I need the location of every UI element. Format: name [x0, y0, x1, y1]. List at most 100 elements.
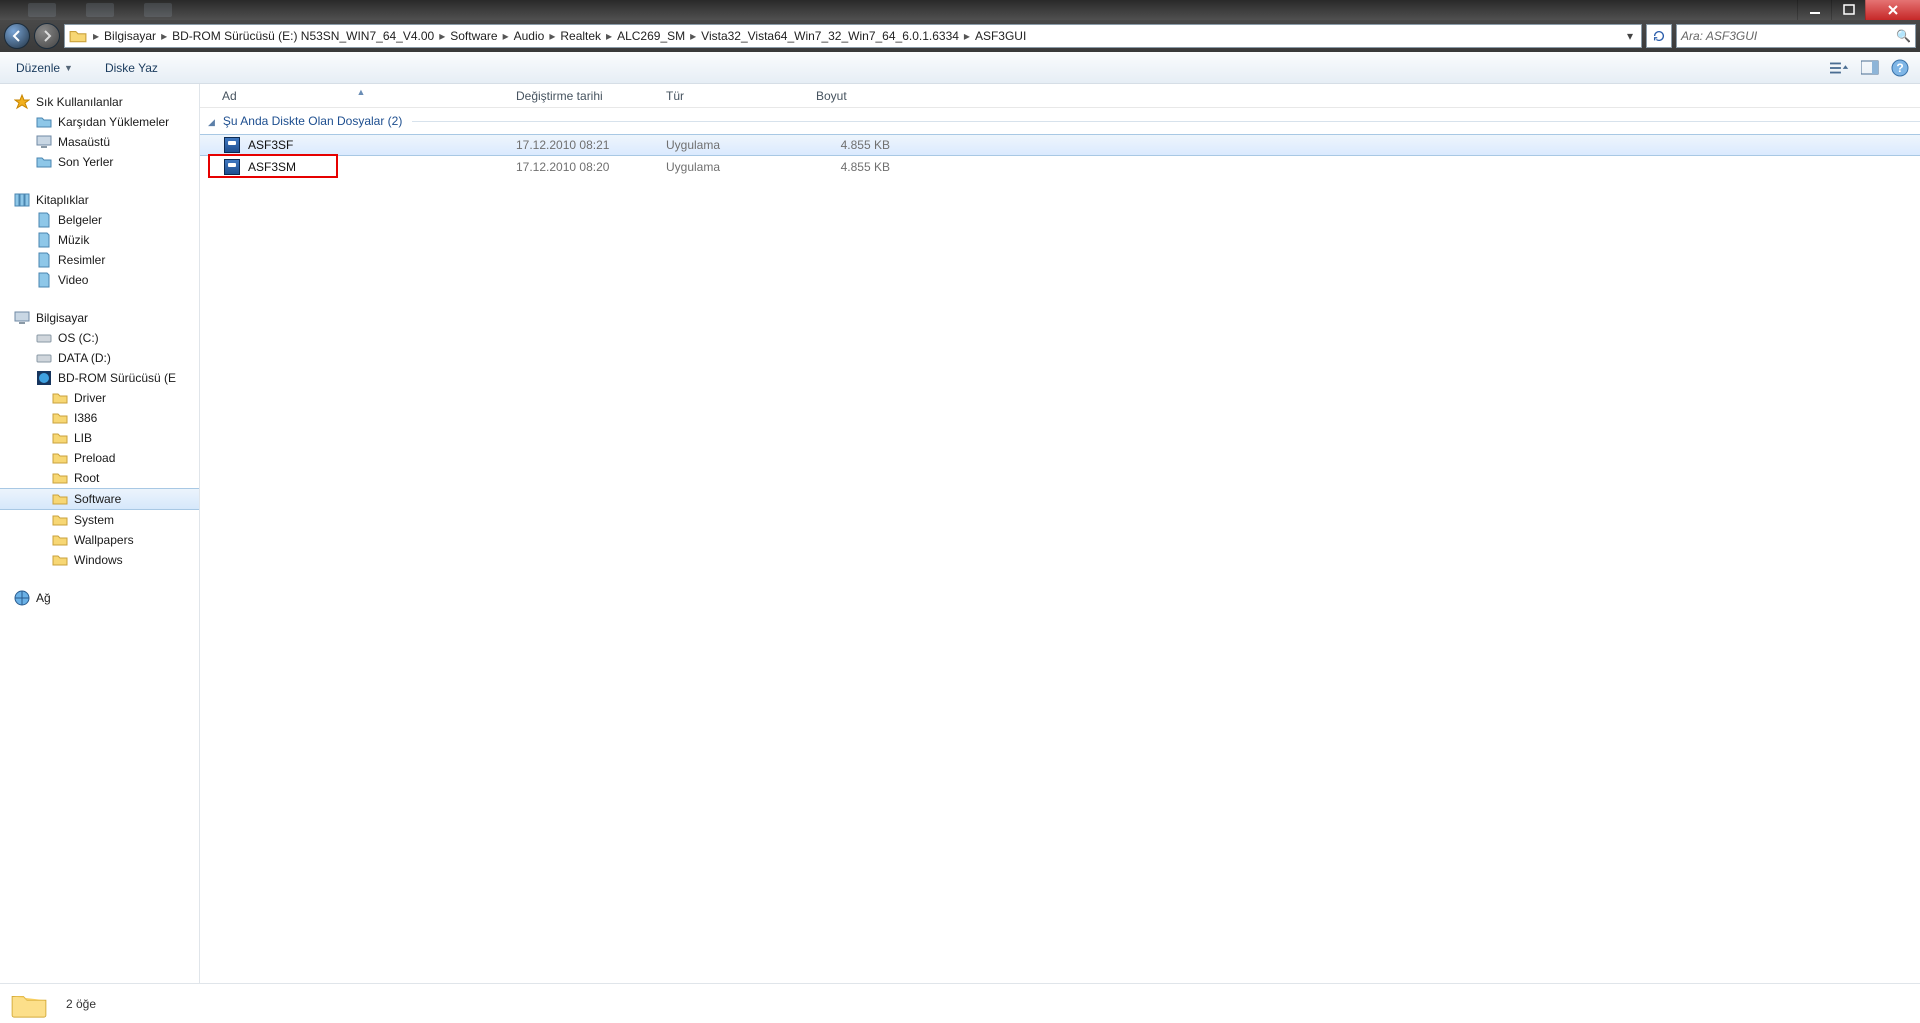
command-bar: Düzenle ▼ Diske Yaz ? [0, 52, 1920, 84]
sidebar-item-music[interactable]: Müzik [0, 230, 199, 250]
folder-icon [52, 532, 68, 548]
chevron-right-icon[interactable]: ▸ [91, 29, 101, 43]
library-icon [36, 272, 52, 288]
column-header-name[interactable]: Ad ▲ [214, 89, 508, 103]
folder-icon [69, 27, 87, 45]
address-bar[interactable]: ▸ Bilgisayar ▸ BD-ROM Sürücüsü (E:) N53S… [64, 24, 1642, 48]
chevron-right-icon[interactable]: ▸ [159, 29, 169, 43]
chevron-right-icon[interactable]: ▸ [501, 29, 511, 43]
sidebar-item-folder[interactable]: Windows [0, 550, 199, 570]
sidebar-label: LIB [74, 431, 92, 445]
sidebar-label: Root [74, 471, 99, 485]
sidebar-item-drive-d[interactable]: DATA (D:) [0, 348, 199, 368]
window-titlebar [0, 0, 1920, 20]
column-label: Tür [666, 89, 684, 103]
file-type: Uygulama [658, 138, 808, 152]
forward-button[interactable] [34, 23, 60, 49]
column-header-size[interactable]: Boyut [808, 89, 898, 103]
organize-button[interactable]: Düzenle ▼ [10, 58, 79, 78]
sidebar-item-folder[interactable]: I386 [0, 408, 199, 428]
file-row[interactable]: ASF3SF17.12.2010 08:21Uygulama4.855 KB [200, 134, 1920, 156]
sidebar-item-desktop[interactable]: Masaüstü [0, 132, 199, 152]
minimize-button[interactable] [1797, 0, 1831, 20]
file-group-header[interactable]: Şu Anda Diskte Olan Dosyalar (2) [200, 108, 1920, 134]
breadcrumb-item[interactable]: Audio [511, 29, 548, 43]
drive-icon [36, 330, 52, 346]
svg-text:?: ? [1896, 61, 1903, 75]
folder-icon [52, 390, 68, 406]
desktop-thumb [28, 3, 56, 17]
breadcrumb-item[interactable]: BD-ROM Sürücüsü (E:) N53SN_WIN7_64_V4.00 [169, 29, 437, 43]
address-dropdown[interactable]: ▾ [1621, 29, 1639, 43]
sidebar-item-folder[interactable]: Software [0, 488, 199, 510]
folder-icon [52, 491, 68, 507]
help-button[interactable]: ? [1890, 58, 1910, 78]
sidebar-label: Preload [74, 451, 115, 465]
star-icon [14, 94, 30, 110]
breadcrumb-item[interactable]: Realtek [557, 29, 604, 43]
sidebar-item-downloads[interactable]: Karşıdan Yüklemeler [0, 112, 199, 132]
sidebar-network-header[interactable]: Ağ [0, 588, 199, 608]
sidebar-label: Bilgisayar [36, 311, 88, 325]
sidebar-label: DATA (D:) [58, 351, 111, 365]
sidebar-label: Müzik [58, 233, 89, 247]
sidebar-label: Wallpapers [74, 533, 134, 547]
sidebar-item-drive-bd[interactable]: BD-ROM Sürücüsü (E [0, 368, 199, 388]
libraries-icon [14, 192, 30, 208]
status-bar: 2 öğe [0, 983, 1920, 1023]
sidebar-item-folder[interactable]: LIB [0, 428, 199, 448]
close-button[interactable] [1865, 0, 1920, 20]
sidebar-item-folder[interactable]: Driver [0, 388, 199, 408]
refresh-button[interactable] [1646, 24, 1672, 48]
breadcrumb-item[interactable]: ASF3GUI [972, 29, 1029, 43]
file-size: 4.855 KB [808, 138, 898, 152]
chevron-right-icon[interactable]: ▸ [962, 29, 972, 43]
burn-button[interactable]: Diske Yaz [99, 58, 164, 78]
view-options-button[interactable] [1830, 58, 1850, 78]
sidebar-label: Karşıdan Yüklemeler [58, 115, 169, 129]
sidebar-computer-header[interactable]: Bilgisayar [0, 308, 199, 328]
chevron-right-icon[interactable]: ▸ [547, 29, 557, 43]
breadcrumb-item[interactable]: Bilgisayar [101, 29, 159, 43]
search-input[interactable]: Ara: ASF3GUI 🔍 [1676, 24, 1916, 48]
chevron-right-icon[interactable]: ▸ [688, 29, 698, 43]
sidebar-item-folder[interactable]: Wallpapers [0, 530, 199, 550]
sidebar-label: Windows [74, 553, 123, 567]
sidebar-label: Kitaplıklar [36, 193, 89, 207]
breadcrumb-item[interactable]: ALC269_SM [614, 29, 688, 43]
sidebar-favorites-header[interactable]: Sık Kullanılanlar [0, 92, 199, 112]
sidebar-item-recent[interactable]: Son Yerler [0, 152, 199, 172]
breadcrumb-item[interactable]: Software [447, 29, 500, 43]
sidebar-item-videos[interactable]: Video [0, 270, 199, 290]
folder-icon [52, 430, 68, 446]
sidebar-item-folder[interactable]: Root [0, 468, 199, 488]
chevron-right-icon[interactable]: ▸ [604, 29, 614, 43]
sidebar-label: I386 [74, 411, 97, 425]
application-icon [224, 137, 240, 153]
preview-pane-button[interactable] [1860, 58, 1880, 78]
breadcrumb-item[interactable]: Vista32_Vista64_Win7_32_Win7_64_6.0.1.63… [698, 29, 962, 43]
folder-icon [36, 154, 52, 170]
sidebar-item-pictures[interactable]: Resimler [0, 250, 199, 270]
group-label: Şu Anda Diskte Olan Dosyalar (2) [223, 114, 402, 128]
collapse-icon [208, 114, 217, 128]
organize-label: Düzenle [16, 61, 60, 75]
sidebar-libraries-header[interactable]: Kitaplıklar [0, 190, 199, 210]
sidebar-item-folder[interactable]: System [0, 510, 199, 530]
sidebar-item-folder[interactable]: Preload [0, 448, 199, 468]
file-name: ASF3SF [248, 138, 293, 152]
navigation-bar: ▸ Bilgisayar ▸ BD-ROM Sürücüsü (E:) N53S… [0, 20, 1920, 52]
back-button[interactable] [4, 23, 30, 49]
search-icon[interactable]: 🔍 [1896, 29, 1911, 43]
column-header-date[interactable]: Değiştirme tarihi [508, 89, 658, 103]
column-headers: Ad ▲ Değiştirme tarihi Tür Boyut [200, 84, 1920, 108]
search-placeholder: Ara: ASF3GUI [1681, 29, 1757, 43]
sidebar-item-documents[interactable]: Belgeler [0, 210, 199, 230]
sidebar-label: Son Yerler [58, 155, 113, 169]
column-header-type[interactable]: Tür [658, 89, 808, 103]
file-row[interactable]: ASF3SM17.12.2010 08:20Uygulama4.855 KB [200, 156, 1920, 178]
chevron-right-icon[interactable]: ▸ [437, 29, 447, 43]
chevron-down-icon: ▼ [64, 63, 73, 73]
maximize-button[interactable] [1831, 0, 1865, 20]
sidebar-item-drive-c[interactable]: OS (C:) [0, 328, 199, 348]
